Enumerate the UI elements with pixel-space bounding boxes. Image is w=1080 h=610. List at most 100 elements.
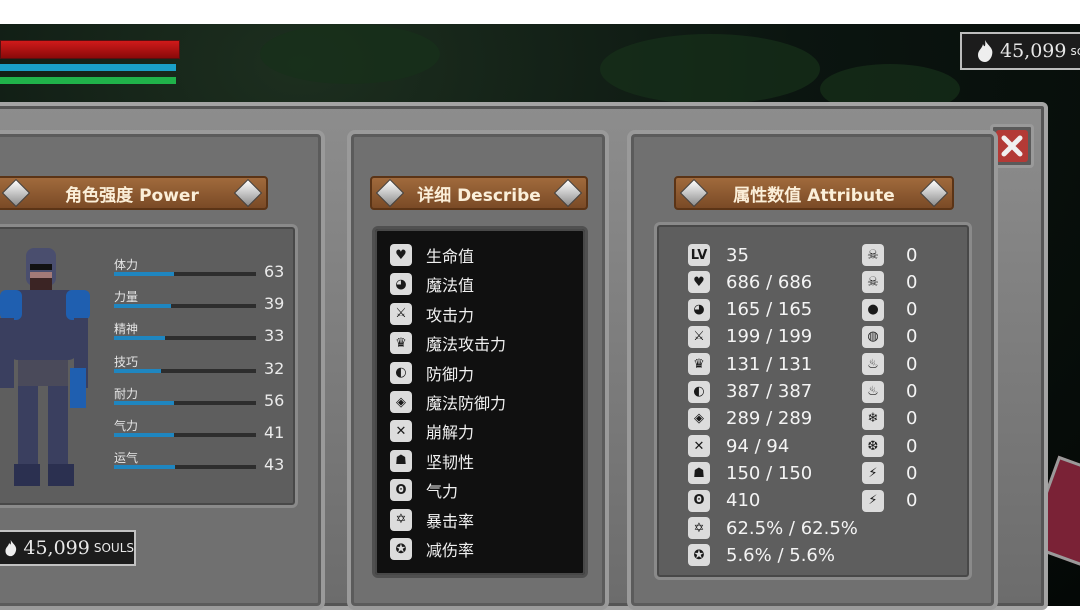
stat-label: 运气: [114, 451, 139, 466]
attribute-value: 35: [726, 244, 749, 266]
attribute-row: ◐ 387 / 387: [688, 379, 812, 405]
resistance-value: 0: [906, 299, 918, 321]
stat-bar: [114, 433, 256, 437]
stat-bar: [114, 272, 256, 276]
power-stat-row: 力量 39: [114, 288, 286, 318]
fire-icon: ♨: [862, 353, 884, 376]
frost-resist-icon: ❆: [862, 435, 884, 458]
describe-title: 详细 Describe: [417, 185, 541, 206]
crit-star-icon: ✡: [688, 517, 710, 539]
souls-unit: sc: [1070, 44, 1080, 58]
helmet-icon: ☗: [390, 449, 412, 472]
attribute-value: 131 / 131: [726, 353, 813, 375]
describe-item: ✪ 减伤率: [390, 535, 474, 563]
attribute-row: ✕ 94 / 94: [688, 433, 789, 459]
power-title: 角色强度 Power: [65, 185, 199, 206]
stat-bar: [114, 304, 256, 309]
resistance-value: 0: [906, 244, 918, 266]
attribute-title: 属性数值 Attribute: [733, 185, 895, 206]
mana-bar: [0, 64, 176, 71]
resistance-row: ❄ 0: [862, 406, 917, 432]
character-model: [0, 248, 90, 486]
attribute-row: ✡ 62.5% / 62.5%: [688, 515, 858, 541]
resistance-value: 0: [906, 353, 918, 375]
health-bar: [0, 40, 180, 59]
stat-label: 力量: [114, 290, 139, 305]
resistance-value: 0: [906, 435, 918, 457]
resistance-value: 0: [906, 408, 918, 430]
describe-item: ☗ 坚韧性: [390, 447, 474, 475]
attribute-row: ♛ 131 / 131: [688, 351, 812, 377]
stat-value: 56: [264, 390, 285, 410]
foliage: [600, 34, 820, 104]
describe-item: ✕ 崩解力: [390, 417, 474, 445]
souls-unit: SOULS: [93, 541, 134, 555]
lungs-icon: ʘ: [688, 489, 710, 512]
attribute-row: ◕ 165 / 165: [688, 297, 812, 323]
power-stat-row: 精神 33: [114, 320, 286, 350]
heart-icon: ♥: [688, 271, 710, 294]
describe-label: 气力: [426, 482, 459, 502]
skull-resist-icon: ☠: [862, 271, 884, 294]
fire-resist-icon: ♨: [862, 380, 884, 403]
stat-label: 气力: [114, 419, 139, 433]
soul-flame-icon: [5, 539, 17, 557]
damage-reduce-icon: ✪: [390, 538, 412, 560]
describe-item: ✡ 暴击率: [390, 506, 474, 534]
power-title-banner: 角色强度 Power: [0, 176, 268, 210]
describe-label: 防御力: [426, 364, 475, 384]
attribute-row: ♥ 686 / 686: [688, 269, 812, 295]
attribute-value: 94 / 94: [726, 435, 790, 457]
resistance-value: 0: [906, 381, 918, 402]
attribute-row: ✪ 5.6% / 5.6%: [688, 542, 835, 568]
close-icon: [1001, 135, 1023, 157]
attribute-title-banner: 属性数值 Attribute: [674, 176, 954, 210]
resistance-row: ❆ 0: [862, 433, 917, 459]
stat-bar: [114, 368, 256, 373]
souls-display: 45,099 SOULS: [0, 530, 136, 566]
frost-icon: ❄: [862, 407, 884, 430]
sword-icon: ⚔: [390, 302, 412, 325]
describe-label: 攻击力: [426, 305, 475, 325]
attribute-value: 150 / 150: [726, 462, 813, 484]
magic-shield-icon: ◈: [390, 391, 412, 413]
resistance-value: 0: [906, 490, 918, 512]
attribute-value: 62.5% / 62.5%: [726, 517, 858, 539]
resistance-row: ♨ 0: [862, 379, 917, 405]
describe-label: 暴击率: [426, 511, 475, 531]
attribute-row: ʘ 410: [688, 488, 760, 514]
describe-label: 魔法防御力: [426, 394, 507, 413]
describe-label: 崩解力: [426, 423, 475, 443]
resistance-row: ⚡ 0: [862, 488, 917, 514]
resistance-row: ⚡ 0: [862, 460, 917, 486]
souls-counter: 45,099 sc: [960, 32, 1080, 70]
describe-item: ʘ 气力: [390, 476, 458, 504]
power-stat-row: 体力 63: [114, 256, 286, 286]
foliage: [260, 24, 440, 84]
attribute-value: 410: [726, 490, 761, 512]
attribute-row: LV 35: [688, 242, 749, 268]
attribute-value: 686 / 686: [726, 271, 813, 293]
describe-item: ⚔ 攻击力: [390, 300, 474, 328]
crit-star-icon: ✡: [390, 508, 412, 531]
describe-item: ◕ 魔法值: [390, 270, 474, 298]
stat-value: 39: [264, 294, 285, 314]
soul-flame-icon: [978, 40, 993, 62]
crown-icon: ♛: [390, 332, 412, 355]
heart-icon: ♥: [390, 244, 412, 266]
bleed-resist-icon: ◍: [862, 325, 884, 348]
describe-label: 魔法攻击力: [426, 335, 507, 355]
stat-bar: [114, 400, 256, 405]
resistance-value: 0: [906, 326, 918, 348]
attribute-value: 5.6% / 5.6%: [726, 544, 835, 566]
stat-bar: [114, 465, 256, 470]
describe-item: ◐ 防御力: [390, 359, 474, 387]
skull-icon: ☠: [862, 244, 884, 266]
stat-label: 体力: [114, 258, 139, 272]
helmet-icon: ☗: [688, 462, 710, 485]
describe-label: 生命值: [426, 247, 475, 266]
attribute-value: 165 / 165: [726, 299, 813, 321]
head-icon: ◕: [688, 298, 710, 321]
magic-shield-icon: ◈: [688, 407, 710, 430]
stat-bar: [114, 336, 256, 341]
